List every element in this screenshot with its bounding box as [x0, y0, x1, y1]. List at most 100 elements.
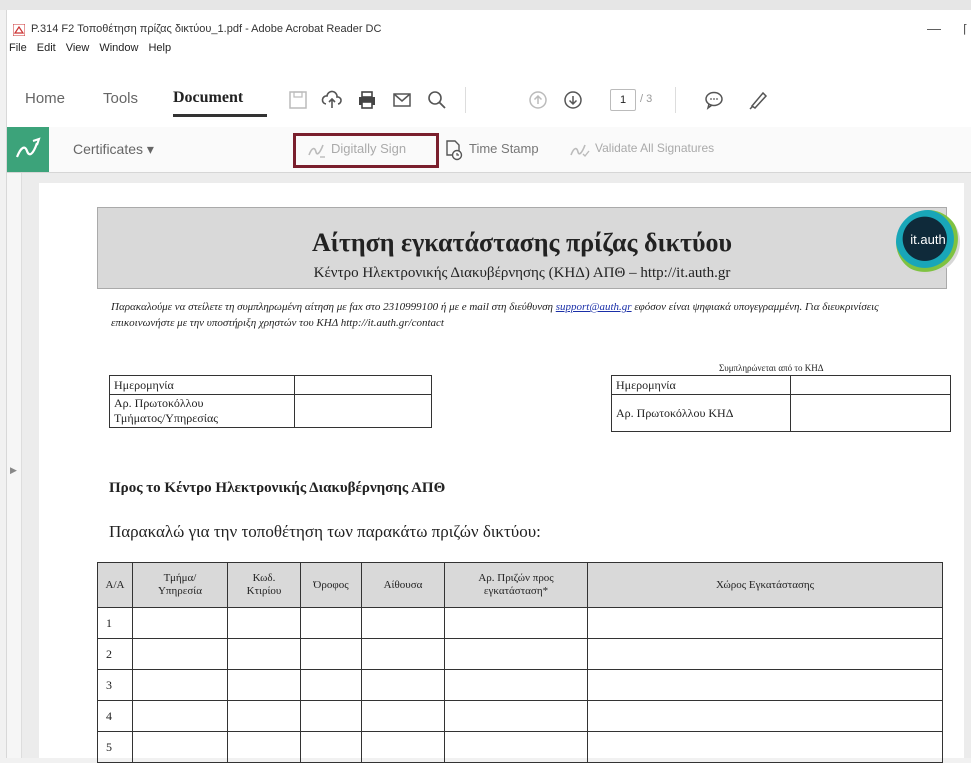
center-date-field[interactable]: [790, 375, 951, 395]
document-header-banner: Αίτηση εγκατάστασης πρίζας δικτύου Κέντρ…: [97, 207, 960, 289]
logo-text: it.auth: [910, 232, 946, 247]
table-cell[interactable]: [227, 638, 301, 670]
digital-sign-icon: [308, 144, 325, 158]
column-header-department: Τμήμα/Υπηρεσία: [132, 562, 228, 608]
table-cell[interactable]: [587, 700, 943, 732]
column-header-outlets: Αρ. Πριζών προς εγκατάσταση*: [444, 562, 588, 608]
department-info-table: Ημερομηνία Αρ. Πρωτοκόλλου Τμήματος/Υπηρ…: [109, 375, 432, 428]
filled-by-center-note: Συμπληρώνεται από το ΚΗΔ: [719, 363, 824, 373]
expand-panel-arrow-icon[interactable]: ▶: [10, 465, 17, 476]
table-cell[interactable]: [587, 669, 943, 701]
column-header-department-line1: Τμήμα/: [163, 572, 197, 584]
table-cell[interactable]: [444, 669, 588, 701]
department-protocol-label: Αρ. Πρωτοκόλλου Τμήματος/Υπηρεσίας: [109, 394, 295, 428]
fill-sign-tool-button[interactable]: [7, 127, 49, 172]
validate-signatures-icon: [570, 144, 590, 158]
table-cell[interactable]: [361, 700, 445, 732]
acrobat-window: P.314 F2 Τοποθέτηση πρίζας δικτύου_1.pdf…: [6, 10, 971, 763]
table-cell[interactable]: [132, 700, 228, 732]
support-email-link[interactable]: support@auth.gr: [556, 301, 632, 313]
column-header-building: Κωδ. Κτιρίου: [227, 562, 301, 608]
center-protocol-label: Αρ. Πρωτοκόλλου ΚΗΔ: [611, 394, 791, 432]
table-cell[interactable]: [227, 607, 301, 639]
signature-pen-icon: [15, 137, 41, 158]
menu-view[interactable]: View: [66, 42, 90, 60]
table-cell[interactable]: [227, 669, 301, 701]
next-page-icon[interactable]: [562, 89, 584, 111]
column-header-location: Χώρος Εγκατάστασης: [587, 562, 943, 608]
acrobat-app-icon: [13, 24, 25, 36]
department-protocol-line1: Αρ. Πρωτοκόλλου: [114, 396, 204, 410]
table-cell[interactable]: [132, 638, 228, 670]
tab-home[interactable]: Home: [25, 90, 65, 107]
table-cell[interactable]: [227, 700, 301, 732]
table-cell[interactable]: [361, 607, 445, 639]
it-auth-logo: it.auth: [896, 210, 960, 274]
pdf-page: Αίτηση εγκατάστασης πρίζας δικτύου Κέντρ…: [39, 183, 964, 763]
main-toolbar: Home Tools Document 1 / 3: [7, 65, 971, 128]
row-number: 2: [97, 638, 133, 670]
table-cell[interactable]: [132, 669, 228, 701]
request-text: Παρακαλώ για την τοποθέτηση των παρακάτω…: [109, 522, 541, 541]
table-cell[interactable]: [361, 638, 445, 670]
document-viewport: ▶ Αίτηση εγκατάστασης πρίζας δικτύου Κέν…: [7, 173, 971, 763]
menu-edit[interactable]: Edit: [37, 42, 56, 60]
department-protocol-line2: Τμήματος/Υπηρεσίας: [114, 411, 218, 425]
save-icon[interactable]: [287, 89, 309, 111]
certificates-dropdown[interactable]: Certificates ▾: [73, 141, 154, 158]
comment-icon[interactable]: [703, 89, 725, 111]
column-header-outlets-line1: Αρ. Πριζών προς: [478, 572, 554, 584]
center-protocol-field[interactable]: [790, 394, 951, 432]
table-cell[interactable]: [300, 669, 362, 701]
menu-window[interactable]: Window: [99, 42, 138, 60]
menu-file[interactable]: File: [9, 42, 27, 60]
window-control-button[interactable]: ⌈: [963, 22, 968, 36]
tab-document[interactable]: Document: [173, 89, 243, 107]
highlight-pen-icon[interactable]: [747, 89, 769, 111]
department-protocol-field[interactable]: [294, 394, 432, 428]
table-row: 1: [97, 607, 943, 639]
table-row: 4: [97, 700, 943, 732]
date-field[interactable]: [294, 375, 432, 395]
table-cell[interactable]: [132, 607, 228, 639]
column-header-building-line1: Κωδ.: [252, 572, 276, 584]
digitally-sign-button[interactable]: Digitally Sign: [331, 141, 406, 156]
center-date-label: Ημερομηνία: [611, 375, 791, 395]
table-cell[interactable]: [300, 700, 362, 732]
table-cell[interactable]: [587, 607, 943, 639]
date-label: Ημερομηνία: [109, 375, 295, 395]
toolbar-divider: [465, 87, 466, 113]
column-header-outlets-line2: εγκατάσταση*: [483, 585, 549, 597]
time-stamp-button[interactable]: Time Stamp: [469, 141, 539, 156]
document-title: Αίτηση εγκατάστασης πρίζας δικτύου: [312, 228, 732, 257]
row-number: 4: [97, 700, 133, 732]
email-icon[interactable]: [391, 89, 413, 111]
menu-help[interactable]: Help: [148, 42, 171, 60]
table-cell[interactable]: [444, 700, 588, 732]
upload-cloud-icon[interactable]: [321, 89, 343, 111]
table-cell[interactable]: [361, 669, 445, 701]
page-number-input[interactable]: 1: [610, 89, 636, 111]
minimize-button[interactable]: —: [927, 20, 941, 36]
table-header-row: Α/Α Τμήμα/Υπηρεσία Κωδ. Κτιρίου Όροφος Αί…: [97, 562, 943, 608]
table-cell[interactable]: [444, 638, 588, 670]
table-cell[interactable]: [300, 607, 362, 639]
notice-text-start: Παρακαλούμε να στείλετε τη συμπληρωμένη …: [111, 301, 556, 313]
recipient-heading: Προς το Κέντρο Ηλεκτρονικής Διακυβέρνηση…: [109, 480, 446, 496]
outlets-table: Α/Α Τμήμα/Υπηρεσία Κωδ. Κτιρίου Όροφος Αί…: [97, 562, 943, 763]
table-cell[interactable]: [444, 607, 588, 639]
table-cell[interactable]: [300, 638, 362, 670]
previous-page-icon[interactable]: [527, 89, 549, 111]
tab-tools[interactable]: Tools: [103, 90, 138, 107]
column-header-building-line2: Κτιρίου: [246, 585, 282, 597]
validate-all-signatures-button[interactable]: Validate All Signatures: [595, 141, 714, 155]
menu-bar: File Edit View Window Help: [9, 42, 171, 60]
table-row: 2: [97, 638, 943, 670]
instructions-text: Παρακαλούμε να στείλετε τη συμπληρωμένη …: [111, 299, 941, 331]
page-total: / 3: [640, 93, 653, 105]
certificates-toolbar: Certificates ▾ Digitally Sign Time Stamp…: [7, 127, 971, 173]
search-icon[interactable]: [426, 89, 448, 111]
table-cell[interactable]: [587, 638, 943, 670]
document-subtitle: Κέντρο Ηλεκτρονικής Διακυβέρνησης (ΚΗΔ) …: [313, 265, 731, 281]
print-icon[interactable]: [356, 89, 378, 111]
